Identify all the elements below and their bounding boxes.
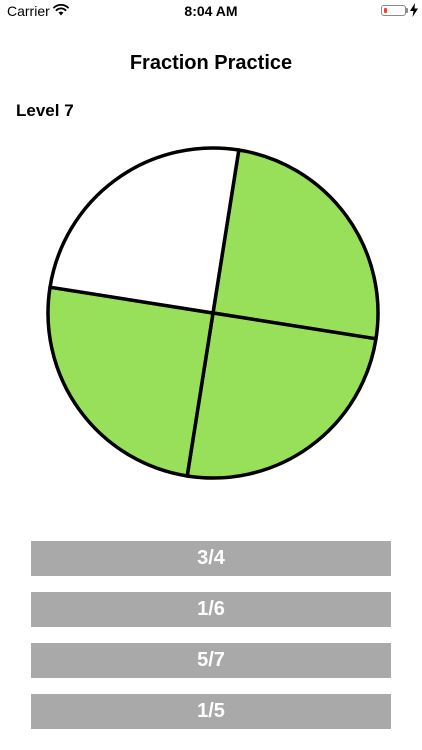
answer-button-4[interactable]: 1/5: [31, 694, 391, 729]
pie-slice-shaded: [211, 148, 380, 341]
battery-level: [384, 8, 387, 13]
battery-tip: [406, 8, 408, 13]
pie-slice-unshaded: [48, 146, 241, 315]
pie-slice-shaded: [185, 311, 378, 480]
status-bar: Carrier 8:04 AM: [0, 0, 422, 22]
level-label: Level 7: [16, 101, 74, 120]
answer-button-2[interactable]: 1/6: [31, 592, 391, 627]
charging-bolt-icon: [410, 3, 418, 17]
battery-icon: [381, 5, 406, 16]
answer-list: 3/4 1/6 5/7 1/5: [31, 541, 391, 745]
answer-button-3[interactable]: 5/7: [31, 643, 391, 678]
fraction-pie: [46, 146, 380, 480]
pie-slice-shaded: [46, 285, 215, 478]
answer-button-1[interactable]: 3/4: [31, 541, 391, 576]
status-time: 8:04 AM: [184, 3, 238, 19]
page-title: Fraction Practice: [129, 52, 293, 74]
